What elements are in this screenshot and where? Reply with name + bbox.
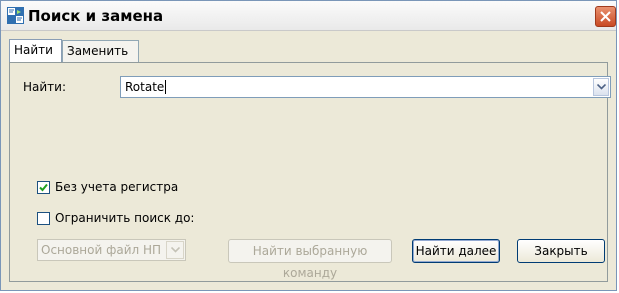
search-replace-dialog: Поиск и замена Найти Заменить Найти: Rot… <box>0 0 617 291</box>
title-bar[interactable]: Поиск и замена <box>1 1 616 31</box>
close-icon <box>600 11 611 22</box>
scope-dropdown-button[interactable] <box>166 241 184 259</box>
tab-replace[interactable]: Заменить <box>62 40 139 62</box>
find-selected-command-button[interactable]: Найти выбранную команду <box>228 239 392 280</box>
find-input-value: Rotate <box>125 80 165 94</box>
close-button[interactable]: Закрыть <box>517 239 605 263</box>
chevron-down-icon <box>597 84 606 90</box>
search-scope-select[interactable]: Основной файл НП <box>37 239 186 261</box>
search-replace-app-icon <box>7 7 24 24</box>
tab-find-label: Найти <box>14 43 53 57</box>
checkmark-icon <box>39 183 48 192</box>
text-caret <box>165 80 166 94</box>
find-next-label: Найти далее <box>415 244 497 258</box>
find-label: Найти: <box>23 80 67 94</box>
tab-replace-label: Заменить <box>67 44 129 58</box>
close-label: Закрыть <box>534 244 588 258</box>
find-dropdown-button[interactable] <box>593 78 609 96</box>
find-input[interactable]: Rotate <box>120 76 611 98</box>
find-next-button[interactable]: Найти далее <box>412 239 500 263</box>
chevron-down-icon <box>171 247 180 253</box>
search-scope-value: Основной файл НП <box>41 243 162 257</box>
limit-search-label: Ограничить поиск до: <box>55 211 195 225</box>
tab-find[interactable]: Найти <box>9 39 62 63</box>
case-insensitive-checkbox[interactable] <box>37 181 50 194</box>
limit-search-checkbox[interactable] <box>37 212 50 225</box>
dialog-title: Поиск и замена <box>28 7 164 25</box>
close-window-button[interactable] <box>595 6 616 27</box>
case-insensitive-label: Без учета регистра <box>55 180 179 194</box>
